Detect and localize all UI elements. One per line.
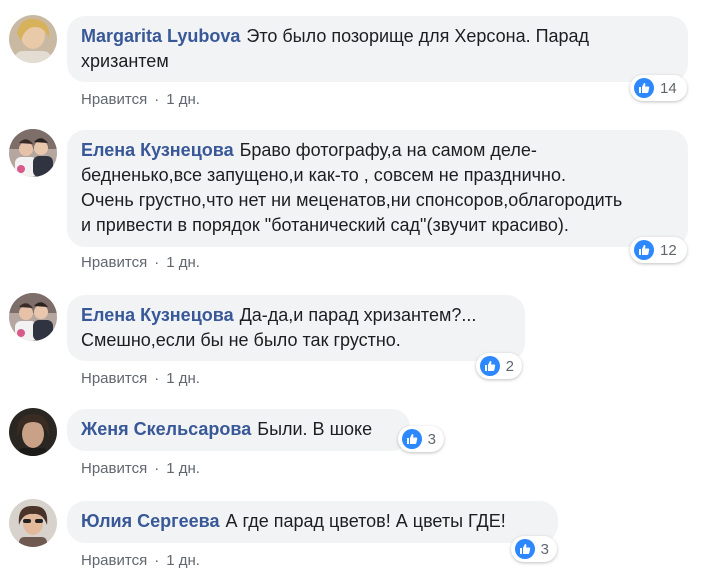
comment-actions: Нравится · 1 дн.: [81, 370, 200, 387]
separator-dot: ·: [154, 552, 160, 569]
comment-text: Браво фотографу,а на самом деле-: [239, 140, 537, 160]
comment-bubble: Елена Кузнецова Браво фотографу,а на само…: [67, 130, 688, 247]
comment-text: Очень грустно,что нет ни меценатов,ни сп…: [81, 190, 623, 210]
like-count: 2: [505, 357, 514, 375]
timestamp[interactable]: 1 дн.: [166, 254, 200, 271]
like-count: 3: [540, 540, 549, 558]
like-button[interactable]: Нравится: [81, 91, 147, 108]
like-button[interactable]: Нравится: [81, 254, 147, 271]
reaction-count[interactable]: 3: [398, 426, 444, 452]
reaction-count[interactable]: 12: [630, 237, 687, 263]
timestamp[interactable]: 1 дн.: [166, 460, 200, 477]
timestamp[interactable]: 1 дн.: [166, 91, 200, 108]
reaction-count[interactable]: 3: [511, 536, 557, 562]
comment-text: А где парад цветов! А цветы ГДЕ!: [225, 511, 506, 531]
comment-text: Да-да,и парад хризантем?...: [239, 305, 477, 325]
comment-text: Это было позорище для Херсона. Парад: [246, 26, 590, 46]
like-icon: [515, 539, 535, 559]
separator-dot: ·: [154, 254, 160, 271]
author-link[interactable]: Женя Скельсарова: [81, 419, 251, 439]
separator-dot: ·: [154, 91, 160, 108]
like-button[interactable]: Нравится: [81, 370, 147, 387]
avatar[interactable]: [9, 129, 57, 177]
comment-actions: Нравится · 1 дн.: [81, 460, 200, 477]
comment-bubble: Margarita Lyubova Это было позорище для Х…: [67, 16, 688, 82]
avatar[interactable]: [9, 408, 57, 456]
like-button[interactable]: Нравится: [81, 460, 147, 477]
author-link[interactable]: Елена Кузнецова: [81, 305, 234, 325]
avatar[interactable]: [9, 499, 57, 547]
like-button[interactable]: Нравится: [81, 552, 147, 569]
like-icon: [480, 356, 500, 376]
timestamp[interactable]: 1 дн.: [166, 370, 200, 387]
reaction-count[interactable]: 14: [630, 75, 687, 101]
comment-text: и привести в порядок "ботанический сад"(…: [81, 215, 569, 235]
comment-text: Были. В шоке: [257, 419, 373, 439]
like-count: 14: [660, 79, 677, 97]
comment-actions: Нравится · 1 дн.: [81, 91, 200, 108]
comment-text: хризантем: [81, 51, 169, 71]
author-link[interactable]: Юлия Сергеева: [81, 511, 219, 531]
reaction-count[interactable]: 2: [476, 353, 522, 379]
comment-text: Смешно,если бы не было так грустно.: [81, 330, 401, 350]
comment-bubble: Женя Скельсарова Были. В шоке: [67, 409, 410, 451]
comment-actions: Нравится · 1 дн.: [81, 552, 200, 569]
comment-bubble: Елена Кузнецова Да-да,и парад хризантем?.…: [67, 295, 525, 361]
comment-bubble: Юлия Сергеева А где парад цветов! А цветы…: [67, 501, 558, 543]
timestamp[interactable]: 1 дн.: [166, 552, 200, 569]
like-count: 12: [660, 241, 677, 259]
separator-dot: ·: [154, 370, 160, 387]
like-icon: [634, 240, 654, 260]
comment-text: бедненько,все запущено,и как-то , совсем…: [81, 165, 566, 185]
author-link[interactable]: Margarita Lyubova: [81, 26, 240, 46]
like-count: 3: [427, 430, 436, 448]
comment-actions: Нравится · 1 дн.: [81, 254, 200, 271]
avatar[interactable]: [9, 15, 57, 63]
avatar[interactable]: [9, 293, 57, 341]
separator-dot: ·: [154, 460, 160, 477]
like-icon: [634, 78, 654, 98]
author-link[interactable]: Елена Кузнецова: [81, 140, 234, 160]
like-icon: [402, 429, 422, 449]
